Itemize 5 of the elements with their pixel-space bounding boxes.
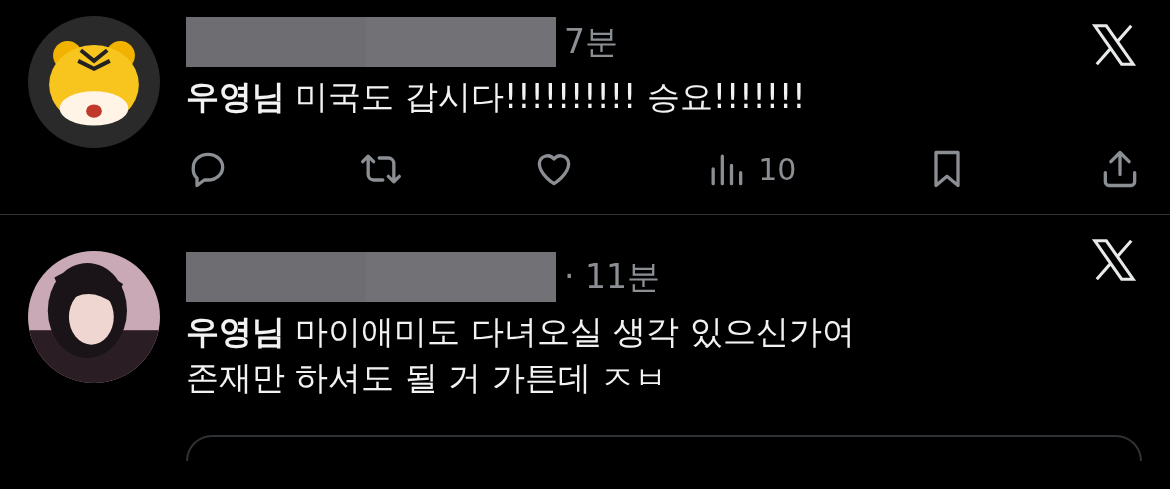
views-button[interactable]: 10 [704,147,797,191]
tweet-text: 우영님 미국도 갑시다!!!!!!!!!! 승요!!!!!!! [186,76,807,118]
timestamp: · 11분 [564,255,660,298]
tweet-text: 우영님 마이애미도 다녀오실 생각 있으신가여 존재만 하셔도 될 거 가튼데 ㅈㅂ [186,311,856,399]
timestamp: 7분 [564,20,618,63]
